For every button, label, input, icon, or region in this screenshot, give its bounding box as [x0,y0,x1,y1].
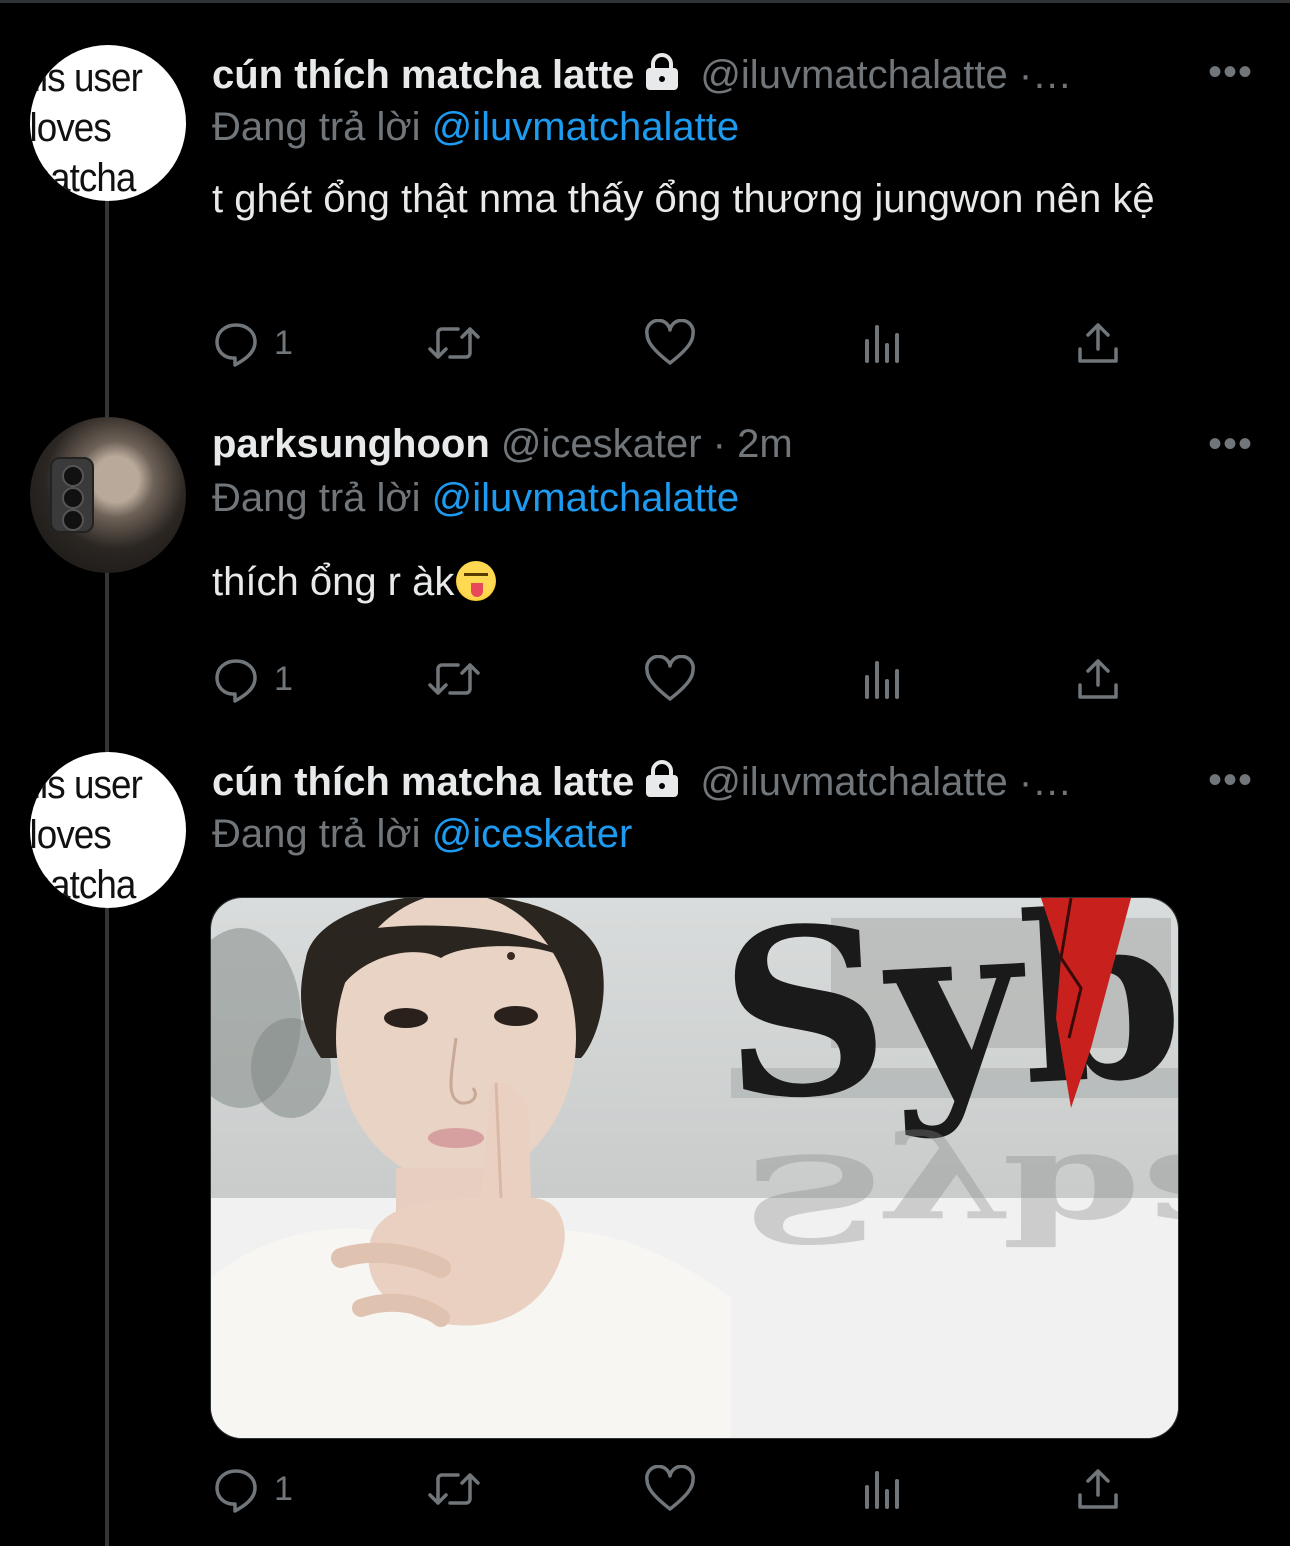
replying-to: Đang trả lời @iluvmatchalatte [212,473,739,523]
reply-button[interactable]: 1 [212,1464,293,1514]
avatar-text: this user loves matcha [30,763,143,907]
reply-count: 1 [274,659,293,698]
retweet-button[interactable] [426,318,482,368]
heart-icon [645,655,695,701]
tweet-text-content: thích ổng r àk [212,560,455,604]
mention-link[interactable]: @iluvmatchalatte [432,476,739,520]
replying-prefix: Đang trả lời [212,476,421,520]
like-button[interactable] [644,318,696,368]
reply-button[interactable]: 1 [212,654,293,704]
views-icon [865,661,899,699]
reply-button[interactable]: 1 [212,318,293,368]
top-divider [0,0,1290,3]
action-bar: 1 [212,318,1132,368]
tweet-text: thích ổng r àk [212,555,1262,609]
action-bar: 1 [212,1464,1132,1514]
avatar[interactable]: this user loves matcha [30,45,186,201]
tweet-text: t ghét ổng thật nma thấy ổng thương jung… [212,177,1155,221]
replying-to: Đang trả lời @iceskater [212,809,632,859]
handle[interactable]: @iluvmatchalatte ·… [700,53,1072,97]
handle[interactable]: @iceskater · 2m [501,422,793,466]
share-button[interactable] [1076,318,1120,368]
handle[interactable]: @iluvmatchalatte ·… [700,760,1072,804]
views-button[interactable] [862,1464,906,1514]
media-illustration: Sybau Sybau [211,898,1178,1438]
views-button[interactable] [862,318,906,368]
reply-icon [215,659,257,703]
share-icon [1078,323,1118,363]
media-caption-reflection: Sybau [741,1128,1178,1269]
replying-prefix: Đang trả lời [212,812,421,856]
lock-icon [646,53,679,91]
avatar[interactable] [30,417,186,573]
replying-to: Đang trả lời @iluvmatchalatte [212,102,739,152]
heart-icon [645,1465,695,1511]
replying-prefix: Đang trả lời [212,105,421,149]
retweet-button[interactable] [426,654,482,704]
display-name[interactable]: parksunghoon [212,422,490,466]
display-name[interactable]: cún thích matcha latte [212,53,634,97]
reply-icon [215,1469,257,1513]
mention-link[interactable]: @iluvmatchalatte [432,105,739,149]
media-image[interactable]: Sybau Sybau [210,897,1179,1439]
display-name[interactable]: cún thích matcha latte [212,760,634,804]
views-icon [865,1471,899,1509]
heart-icon [645,319,695,365]
retweet-button[interactable] [426,1464,482,1514]
avatar-phone [50,457,94,533]
tweet-header: cún thích matcha latte @iluvmatchalatte ·… [212,50,1072,100]
share-button[interactable] [1076,654,1120,704]
more-icon[interactable]: ••• [1208,760,1253,800]
share-icon [1078,1469,1118,1509]
tweet-header: cún thích matcha latte @iluvmatchalatte ·… [212,757,1072,807]
reply-count: 1 [274,323,293,362]
more-icon[interactable]: ••• [1208,52,1253,92]
more-icon[interactable]: ••• [1208,424,1253,464]
like-button[interactable] [644,654,696,704]
views-icon [865,325,899,363]
mention-link[interactable]: @iceskater [432,812,633,856]
reply-count: 1 [274,1469,293,1508]
tweet-header: parksunghoon @iceskater · 2m [212,419,793,469]
reply-icon [215,323,257,367]
share-button[interactable] [1076,1464,1120,1514]
views-button[interactable] [862,654,906,704]
like-button[interactable] [644,1464,696,1514]
retweet-icon [428,1473,480,1505]
retweet-icon [428,327,480,359]
avatar[interactable]: this user loves matcha [30,752,186,908]
action-bar: 1 [212,654,1132,704]
share-icon [1078,659,1118,699]
squinting-face-with-tongue-emoji [456,561,497,601]
retweet-icon [428,663,480,695]
lock-icon [646,760,679,798]
avatar-text: this user loves matcha [30,56,143,200]
